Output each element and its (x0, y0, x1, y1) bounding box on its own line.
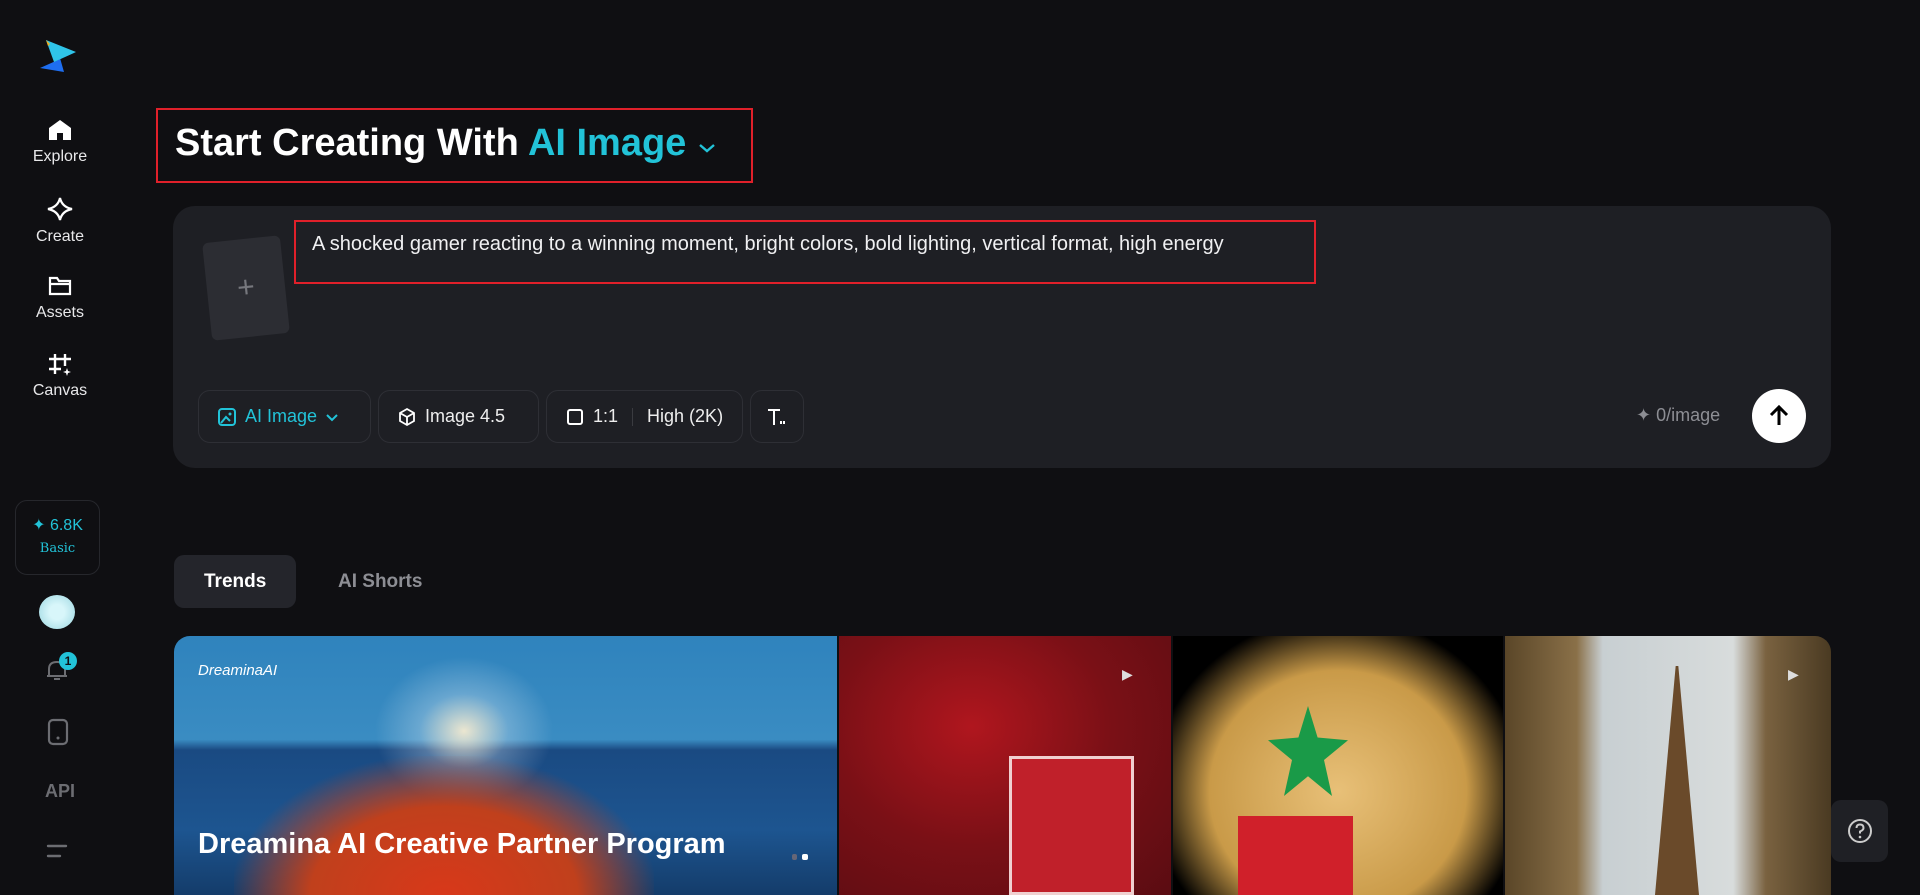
sidebar-item-label: Canvas (32, 382, 88, 399)
sidebar-item-assets[interactable]: Assets (0, 274, 120, 322)
sidebar-item-label: Explore (32, 148, 88, 165)
cost-indicator: ✦ 0/image (1636, 405, 1721, 425)
gift-box (1238, 816, 1353, 895)
mobile-app-button[interactable] (47, 718, 69, 751)
prompt-input[interactable]: A shocked gamer reacting to a winning mo… (312, 233, 1224, 256)
carousel-dot[interactable] (792, 854, 797, 860)
sidebar-item-label: Create (35, 228, 85, 245)
tab-trends[interactable]: Trends (174, 555, 297, 608)
arrow-up-icon (1769, 404, 1789, 425)
menu-icon (46, 844, 68, 858)
sidebar-item-canvas[interactable]: Canvas (0, 352, 120, 400)
play-icon: ▶ (1122, 666, 1133, 682)
play-icon: ▶ (1788, 666, 1799, 682)
square-icon (567, 408, 583, 425)
quality-label: High (2K) (647, 406, 724, 426)
sidebar-item-explore[interactable]: Explore (0, 118, 120, 166)
cube-icon (399, 407, 415, 426)
mode-dropdown-label: AI Image (245, 406, 318, 426)
feed-item-christmas-bow[interactable]: ▶ (839, 636, 1171, 895)
app-logo[interactable] (38, 38, 78, 81)
feed-item-eiffel-tower[interactable]: ▶ (1505, 636, 1831, 895)
text-style-button[interactable] (750, 390, 804, 443)
generate-button[interactable] (1752, 389, 1806, 443)
tab-ai-shorts[interactable]: AI Shorts (308, 555, 452, 608)
banner-title: Dreamina AI Creative Partner Program (198, 828, 726, 860)
credits-value: ✦ 6.8K (32, 517, 83, 534)
plus-icon: + (235, 270, 257, 305)
chevron-down-icon (699, 144, 715, 153)
mode-dropdown[interactable]: AI Image (198, 390, 371, 443)
banner-hill (234, 756, 654, 895)
help-button[interactable] (1831, 800, 1888, 862)
api-link[interactable]: API (0, 781, 120, 802)
star-balloon (1268, 706, 1348, 796)
model-label: Image 4.5 (425, 406, 506, 426)
tower-shape (1655, 666, 1699, 895)
chevron-down-icon (326, 413, 338, 421)
mode-label: AI Image (527, 122, 687, 164)
feed-item-star-balloon[interactable] (1173, 636, 1503, 895)
dreamina-logo: DreaminaAI (198, 662, 278, 679)
phone-icon (47, 718, 69, 746)
menu-button[interactable] (46, 842, 68, 865)
mode-selector[interactable]: AI Image (528, 122, 717, 164)
credits-badge[interactable]: ✦ 6.8K Basic (15, 500, 100, 575)
notifications-button[interactable]: 1 (44, 652, 77, 688)
model-selector[interactable]: Image 4.5 (378, 390, 539, 443)
image-icon (218, 407, 236, 426)
carousel-dot-active[interactable] (802, 854, 808, 860)
canvas-icon (49, 354, 71, 376)
title-prefix: Start Creating With (175, 122, 519, 164)
avatar[interactable] (39, 595, 75, 629)
page-title: Start Creating With AI Image (175, 122, 717, 165)
card-image (1009, 756, 1134, 895)
sparkle-icon (47, 197, 73, 221)
upload-reference-button[interactable]: + (202, 235, 290, 341)
aspect-quality-selector[interactable]: 1:1 High (2K) (546, 390, 743, 443)
notification-badge: 1 (59, 652, 77, 670)
sidebar-item-label: Assets (35, 304, 84, 321)
question-icon (1847, 819, 1872, 843)
home-icon (49, 120, 71, 140)
banner-creative-partner[interactable]: DreaminaAI Dreamina AI Creative Partner … (174, 636, 837, 895)
text-icon (768, 408, 785, 425)
plan-label: Basic (39, 541, 76, 556)
folder-icon (48, 276, 72, 296)
ratio-label: 1:1 (593, 406, 619, 426)
sidebar-item-create[interactable]: Create (0, 196, 120, 246)
sidebar: Explore Create Assets Canvas ✦ 6.8K Basi… (0, 0, 120, 895)
